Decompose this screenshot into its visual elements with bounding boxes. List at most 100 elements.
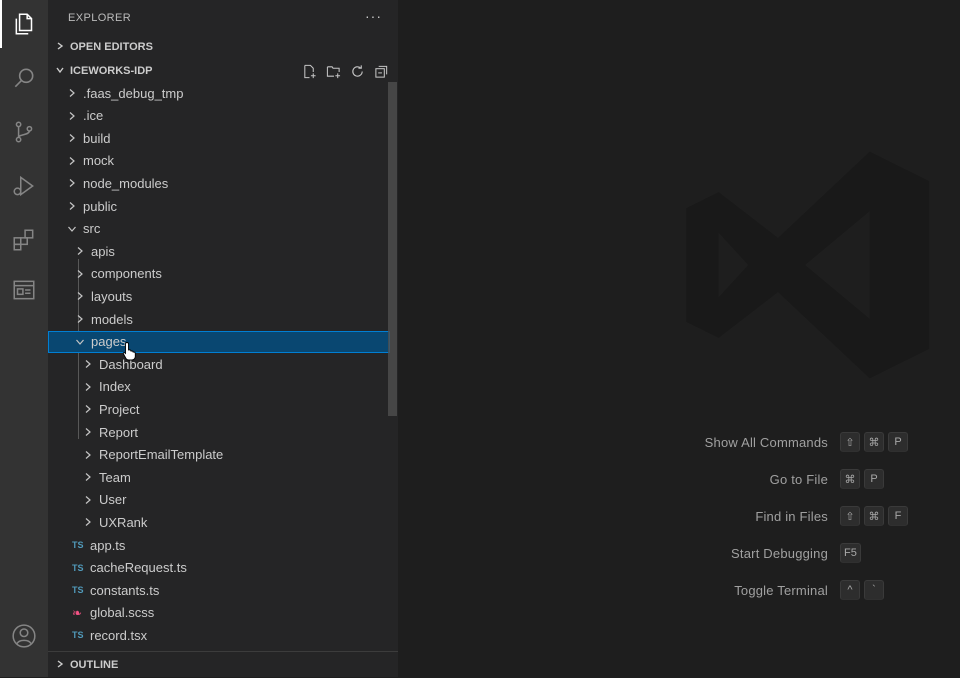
chevron-right-icon [80, 471, 96, 483]
chevron-right-icon [80, 449, 96, 461]
shortcut-label[interactable]: Go to File [770, 472, 828, 487]
explorer-sidebar: EXPLORER ··· OPEN EDITORS ICEWORKS-IDP .… [48, 0, 398, 677]
tree-file-item[interactable]: ❧ global.scss [48, 602, 390, 624]
extensions-icon[interactable] [0, 216, 48, 264]
chevron-right-icon [64, 155, 80, 167]
more-actions-icon[interactable]: ··· [365, 8, 382, 24]
account-icon[interactable] [0, 612, 48, 660]
tree-folder-item[interactable]: build [48, 127, 390, 149]
chevron-right-icon [80, 494, 96, 506]
source-control-icon[interactable] [0, 108, 48, 156]
tree-folder-item[interactable]: public [48, 195, 390, 217]
keycap: ⇧ [840, 432, 860, 452]
refresh-icon[interactable] [348, 62, 366, 80]
shortcut-keys: ⇧ ⌘ F [840, 506, 908, 526]
explorer-title: EXPLORER [68, 12, 132, 24]
tree-folder-item[interactable]: Report [48, 421, 390, 443]
tree-item-label: UXRank [99, 514, 148, 530]
tree-item-label: User [99, 492, 127, 508]
chevron-right-icon [64, 200, 80, 212]
keycap: F [888, 506, 908, 526]
chevron-right-icon [80, 381, 96, 393]
tree-item-label: Index [99, 379, 131, 395]
collapse-all-icon[interactable] [372, 62, 390, 80]
typescript-file-icon: TS [72, 562, 84, 573]
tree-item-label: ReportEmailTemplate [99, 447, 224, 463]
tree-file-item[interactable]: TS constants.ts [48, 579, 390, 601]
shortcut-label[interactable]: Toggle Terminal [734, 583, 828, 598]
tree-folder-item[interactable]: src [48, 218, 390, 240]
chevron-right-icon [80, 403, 96, 415]
tree-folder-item[interactable]: UXRank [48, 511, 390, 533]
keycap: P [888, 432, 908, 452]
tree-folder-item[interactable]: Index [48, 376, 390, 398]
sidebar-scrollbar[interactable] [388, 82, 397, 416]
tree-item-label: global.scss [90, 605, 155, 621]
tree-folder-item[interactable]: mock [48, 150, 390, 172]
tree-file-item[interactable]: TS app.ts [48, 534, 390, 556]
tree-item-label: Team [99, 469, 131, 485]
vscode-logo-icon [686, 151, 930, 379]
tree-folder-item[interactable]: pages [48, 330, 390, 353]
keycap: ` [864, 580, 884, 600]
tree-item-label: public [83, 198, 117, 214]
chevron-right-icon [80, 426, 96, 438]
open-editors-label: OPEN EDITORS [70, 41, 153, 53]
chevron-down-icon [72, 336, 88, 348]
search-icon[interactable] [0, 54, 48, 102]
shortcut-row: Show All Commands ⇧ ⌘ P [398, 432, 960, 454]
chevron-down-icon [50, 65, 70, 78]
tree-folder-item[interactable]: layouts [48, 285, 390, 307]
outline-label: OUTLINE [70, 659, 119, 671]
new-file-icon[interactable] [300, 62, 318, 80]
shortcut-label[interactable]: Show All Commands [705, 435, 828, 450]
chevron-right-icon [50, 41, 70, 54]
tree-folder-item[interactable]: Team [48, 466, 390, 488]
shortcut-keys: ⇧ ⌘ P [840, 432, 908, 452]
activity-bar [0, 0, 48, 677]
tree-folder-item[interactable]: components [48, 263, 390, 285]
shortcut-keys: ⌘ P [840, 469, 884, 489]
outline-section[interactable]: OUTLINE [48, 651, 398, 678]
project-label: ICEWORKS-IDP [70, 65, 153, 77]
chevron-right-icon [72, 313, 88, 325]
tree-file-item[interactable]: TS record.tsx [48, 624, 390, 646]
files-icon[interactable] [0, 0, 48, 48]
keycap: P [864, 469, 884, 489]
tree-item-label: constants.ts [90, 582, 160, 598]
shortcut-label[interactable]: Start Debugging [731, 546, 828, 561]
tree-folder-item[interactable]: Project [48, 398, 390, 420]
tree-folder-item[interactable]: models [48, 308, 390, 330]
shortcut-keys: ^ ` [840, 580, 884, 600]
tree-item-label: .ice [83, 108, 104, 124]
tree-item-label: apis [91, 243, 115, 259]
keycap: ^ [840, 580, 860, 600]
chevron-right-icon [50, 659, 70, 672]
chevron-down-icon [64, 223, 80, 235]
new-folder-icon[interactable] [324, 62, 342, 80]
run-debug-icon[interactable] [0, 162, 48, 210]
tree-folder-item[interactable]: User [48, 489, 390, 511]
tree-item-label: .faas_debug_tmp [83, 85, 184, 101]
shortcut-row: Toggle Terminal ^ ` [398, 580, 960, 602]
chevron-right-icon [64, 110, 80, 122]
scss-file-icon: ❧ [72, 605, 83, 620]
tree-folder-item[interactable]: node_modules [48, 172, 390, 194]
tree-folder-item[interactable]: .faas_debug_tmp [48, 82, 390, 104]
tree-folder-item[interactable]: ReportEmailTemplate [48, 444, 390, 466]
tree-folder-item[interactable]: apis [48, 240, 390, 262]
browser-preview-icon[interactable] [0, 266, 48, 314]
editor-area: Show All Commands ⇧ ⌘ P Go to File ⌘ P Find in … [398, 0, 960, 677]
tree-item-label: node_modules [83, 175, 169, 191]
shortcut-keys: F5 [840, 543, 861, 563]
typescript-file-icon: TS [72, 630, 84, 641]
shortcut-row: Find in Files ⇧ ⌘ F [398, 506, 960, 528]
tree-file-item[interactable]: TS cacheRequest.ts [48, 557, 390, 579]
open-editors-section[interactable]: OPEN EDITORS [48, 36, 398, 58]
tree-folder-item[interactable]: .ice [48, 105, 390, 127]
project-section[interactable]: ICEWORKS-IDP [48, 60, 398, 82]
tree-item-label: components [91, 266, 162, 282]
shortcut-label[interactable]: Find in Files [755, 509, 828, 524]
tree-folder-item[interactable]: Dashboard [48, 353, 390, 375]
tree-item-label: models [91, 311, 133, 327]
